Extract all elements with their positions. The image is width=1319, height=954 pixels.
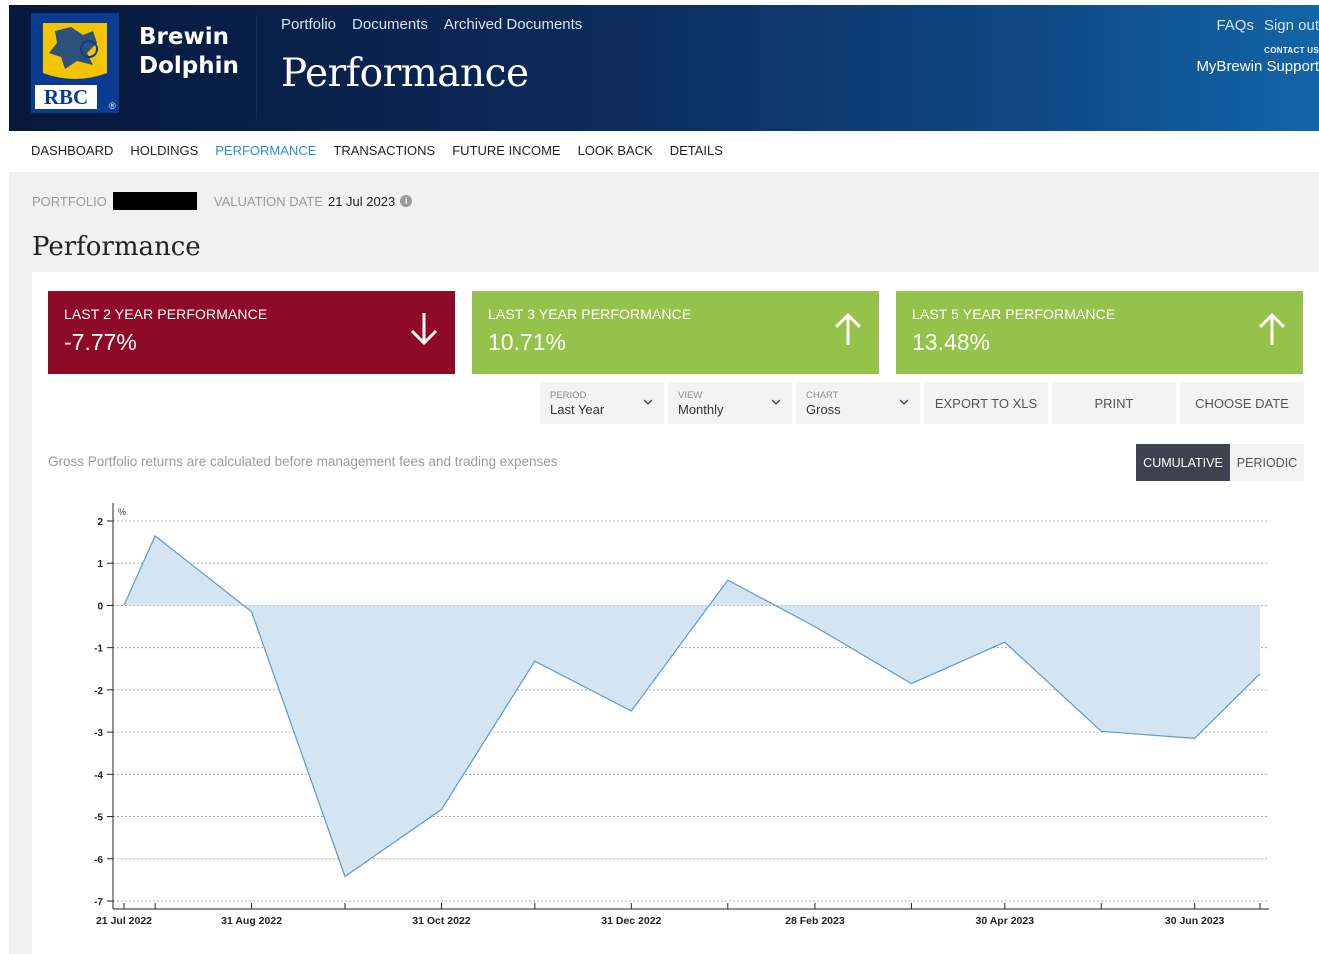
y-tick-label: 0 [97, 601, 103, 612]
tab-dashboard[interactable]: DASHBOARD [31, 143, 113, 158]
brand-line-2: Dolphin [139, 53, 239, 79]
valuation-date: 21 Jul 2023 [327, 193, 396, 209]
nav-portfolio[interactable]: Portfolio [281, 16, 336, 33]
tab-details[interactable]: DETAILS [670, 143, 723, 158]
x-tick-label: 28 Feb 2023 [785, 915, 845, 927]
brand-divider [256, 15, 257, 119]
nav-documents[interactable]: Documents [352, 16, 428, 33]
header-title: Performance [281, 51, 529, 96]
faqs-link[interactable]: FAQs [1216, 17, 1254, 34]
x-tick-label: 30 Apr 2023 [976, 915, 1035, 927]
x-tick-label: 21 Jul 2022 [96, 915, 152, 927]
rbc-logo[interactable]: RBC ® [31, 13, 119, 113]
valuation-date-label: VALUATION DATE [213, 193, 323, 209]
page: RBC ® Brewin Dolphin Portfolio Documents… [0, 0, 1319, 954]
y-tick-label: 2 [97, 517, 103, 528]
brand-line-1: Brewin [139, 24, 229, 50]
y-tick-label: -2 [94, 686, 103, 697]
tab-look-back[interactable]: LOOK BACK [578, 143, 653, 158]
chart-area-fill [124, 535, 1260, 877]
top-nav: Portfolio Documents Archived Documents [281, 16, 582, 33]
x-tick-label: 31 Aug 2022 [221, 915, 282, 927]
site-header: RBC ® Brewin Dolphin Portfolio Documents… [9, 5, 1319, 131]
y-tick-label: 1 [97, 559, 103, 570]
x-tick-label: 31 Dec 2022 [601, 915, 661, 927]
svg-text:®: ® [109, 101, 116, 111]
portfolio-id-redacted [112, 192, 197, 210]
nav-archived-documents[interactable]: Archived Documents [444, 16, 582, 33]
logo-text: RBC [44, 85, 88, 109]
sign-out-link[interactable]: Sign out [1264, 17, 1319, 34]
portfolio-meta: PORTFOLIO VALUATION DATE 21 Jul 2023 i [32, 192, 413, 210]
y-tick-label: -4 [94, 770, 103, 781]
x-tick-label: 31 Oct 2022 [412, 915, 471, 927]
section-nav: DASHBOARD HOLDINGS PERFORMANCE TRANSACTI… [31, 143, 723, 158]
tab-performance[interactable]: PERFORMANCE [215, 143, 316, 158]
performance-chart: 2 1 0 -1 -2 -3 -4 -5 -6 -7 21 Jul 2022 31 Aug 2022 3… [94, 503, 1269, 927]
y-tick-label: -3 [94, 728, 103, 739]
info-icon[interactable]: i [400, 195, 413, 207]
contact-label: CONTACT US [1264, 46, 1319, 55]
y-tick-label: -6 [94, 855, 103, 866]
y-tick-label: -1 [94, 644, 103, 655]
header-right: FAQs Sign out CONTACT US MyBrewin Support [1159, 17, 1319, 75]
main-content: PORTFOLIO VALUATION DATE 21 Jul 2023 i P… [9, 172, 1319, 954]
y-axis-unit: % [118, 507, 126, 517]
y-tick-label: -5 [94, 813, 103, 824]
tab-transactions[interactable]: TRANSACTIONS [333, 143, 435, 158]
x-tick-label: 30 Jun 2023 [1165, 915, 1225, 927]
tab-holdings[interactable]: HOLDINGS [130, 143, 198, 158]
page-title: Performance [32, 232, 201, 262]
portfolio-label: PORTFOLIO [32, 193, 107, 209]
y-tick-label: -7 [94, 897, 103, 908]
support-link[interactable]: MyBrewin Support [1159, 58, 1319, 75]
brand-name: Brewin Dolphin [139, 23, 239, 81]
tab-future-income[interactable]: FUTURE INCOME [452, 143, 560, 158]
performance-panel: LAST 2 YEAR PERFORMANCE -7.77% LAST 3 YE… [32, 272, 1319, 954]
